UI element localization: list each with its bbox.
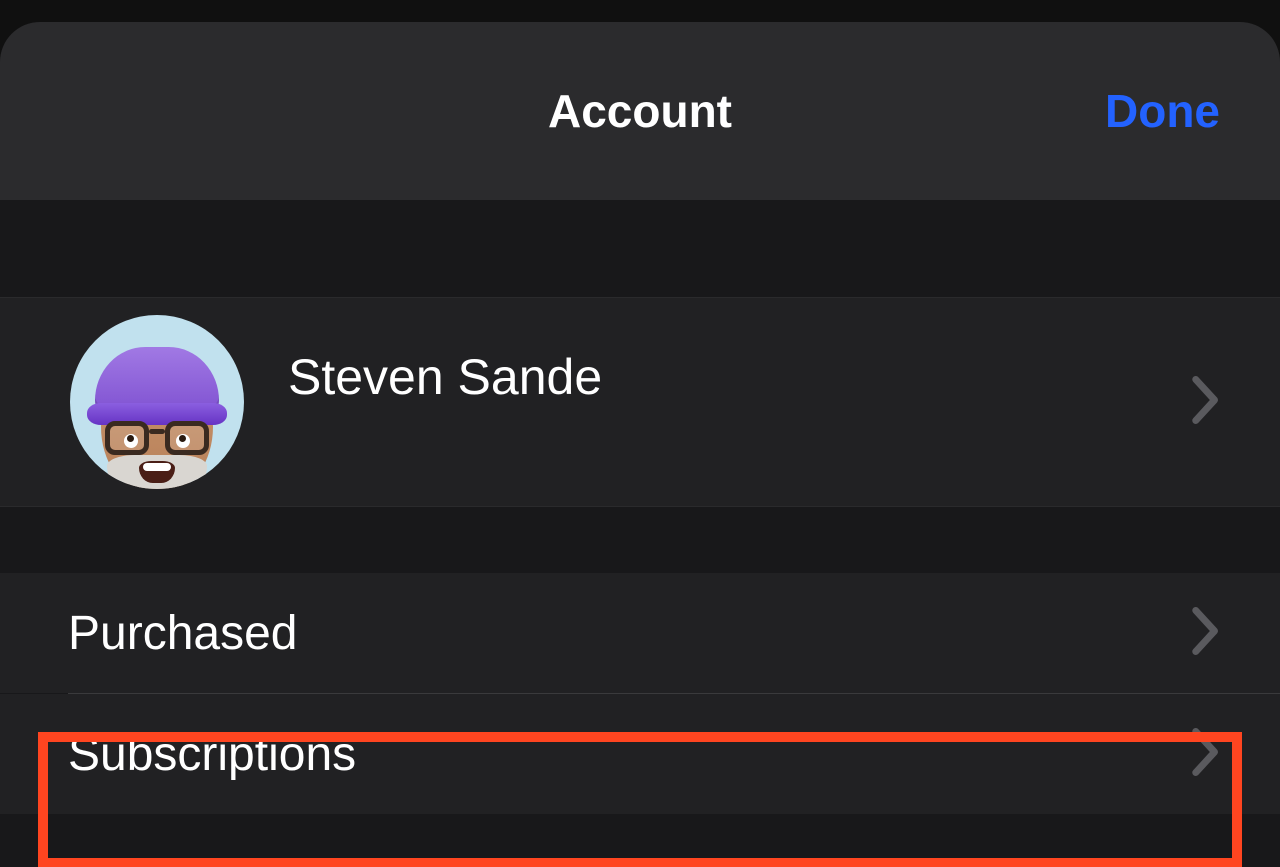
page-title: Account <box>548 84 732 138</box>
avatar <box>70 315 244 489</box>
subscriptions-row[interactable]: Subscriptions <box>0 694 1280 814</box>
background-layer: Account Done Steven San <box>0 0 1280 867</box>
done-button[interactable]: Done <box>1105 84 1220 138</box>
profile-row[interactable]: Steven Sande <box>0 297 1280 507</box>
row-label: Subscriptions <box>68 727 356 782</box>
memoji-icon <box>92 345 222 489</box>
section-spacer <box>0 200 1280 297</box>
chevron-right-icon <box>1192 728 1220 781</box>
section-spacer <box>0 507 1280 573</box>
profile-name: Steven Sande <box>288 348 602 406</box>
chevron-right-icon <box>1192 607 1220 660</box>
purchased-row[interactable]: Purchased <box>0 573 1280 693</box>
row-label: Purchased <box>68 606 297 661</box>
navigation-bar: Account Done <box>0 22 1280 200</box>
chevron-right-icon <box>1192 376 1220 429</box>
account-modal: Account Done Steven San <box>0 22 1280 867</box>
